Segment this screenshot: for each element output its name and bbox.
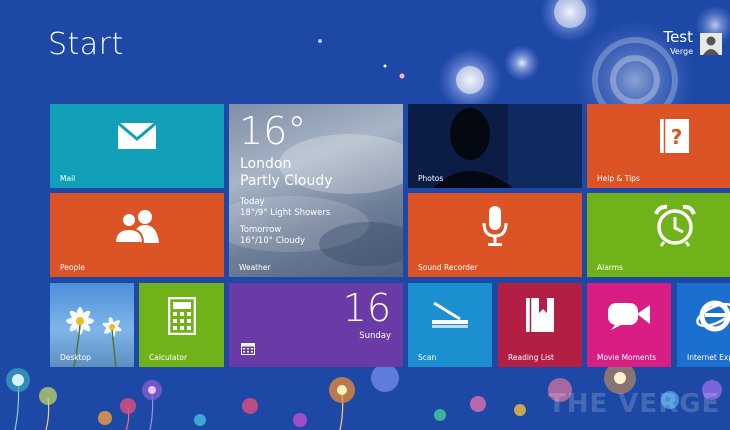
weather-tomorrow-forecast: 16°/10° Cloudy <box>240 236 306 246</box>
tile-internet-explorer[interactable]: Internet Explore <box>677 283 730 367</box>
verge-watermark: THE VERGE <box>548 389 720 419</box>
weather-tomorrow-label: Tomorrow <box>240 225 282 235</box>
tile-label: Weather <box>239 263 271 272</box>
avatar[interactable] <box>700 33 722 55</box>
tile-reading-list[interactable]: Reading List <box>498 283 582 367</box>
tile-mail[interactable]: Mail <box>50 104 224 188</box>
calendar-day: 16 <box>342 286 391 330</box>
internet-explorer-icon <box>695 296 730 338</box>
weather-temperature: 16° <box>239 109 307 153</box>
tile-label: Reading List <box>508 353 554 362</box>
calculator-icon <box>167 297 196 339</box>
tile-help-tips[interactable]: ? Help & Tips <box>587 104 730 188</box>
tile-people[interactable]: People <box>50 193 224 277</box>
user-name: Test <box>663 28 693 46</box>
tile-desktop[interactable]: Desktop <box>50 283 134 367</box>
tile-label: Sound Recorder <box>418 263 478 272</box>
tile-label: Desktop <box>60 353 91 362</box>
weather-city: London <box>240 156 292 172</box>
tile-label: Help & Tips <box>597 174 640 183</box>
help-book-icon: ? <box>659 117 691 159</box>
weather-condition: Partly Cloudy <box>240 173 333 189</box>
user-avatar-icon <box>700 33 722 55</box>
bookmark-book-icon <box>525 297 555 337</box>
weather-today-label: Today <box>240 197 265 207</box>
microphone-icon <box>482 205 508 251</box>
video-camera-icon <box>607 300 651 334</box>
tile-scan[interactable]: Scan <box>408 283 492 367</box>
calendar-weekday: Sunday <box>359 331 391 341</box>
tile-label: People <box>60 263 85 272</box>
tile-label: Internet Explore <box>687 353 730 362</box>
people-icon <box>113 209 161 247</box>
alarm-clock-icon <box>653 203 697 251</box>
tile-label: Alarms <box>597 263 623 272</box>
tile-calculator[interactable]: Calculator <box>139 283 224 367</box>
tile-calendar[interactable]: 16 Sunday <box>229 283 403 367</box>
tile-weather[interactable]: 16° London Partly Cloudy Today 18°/9° Li… <box>229 104 403 277</box>
tile-sound-recorder[interactable]: Sound Recorder <box>408 193 582 277</box>
scanner-icon <box>430 301 470 333</box>
page-title: Start <box>48 27 124 62</box>
tile-label: Photos <box>418 174 444 183</box>
calendar-icon <box>241 340 255 359</box>
weather-today-forecast: 18°/9° Light Showers <box>240 208 331 218</box>
tile-label: Movie Moments <box>597 353 657 362</box>
mail-envelope-icon <box>117 121 157 154</box>
tile-label: Mail <box>60 174 76 183</box>
tile-label: Scan <box>418 353 437 362</box>
svg-text:?: ? <box>671 125 683 149</box>
user-account[interactable]: Test Verge <box>663 30 722 56</box>
tile-movie-moments[interactable]: Movie Moments <box>587 283 671 367</box>
tile-alarms[interactable]: Alarms <box>587 193 730 277</box>
tile-photos[interactable]: Photos <box>408 104 582 188</box>
tile-label: Calculator <box>149 353 188 362</box>
user-subtitle: Verge <box>670 47 693 56</box>
